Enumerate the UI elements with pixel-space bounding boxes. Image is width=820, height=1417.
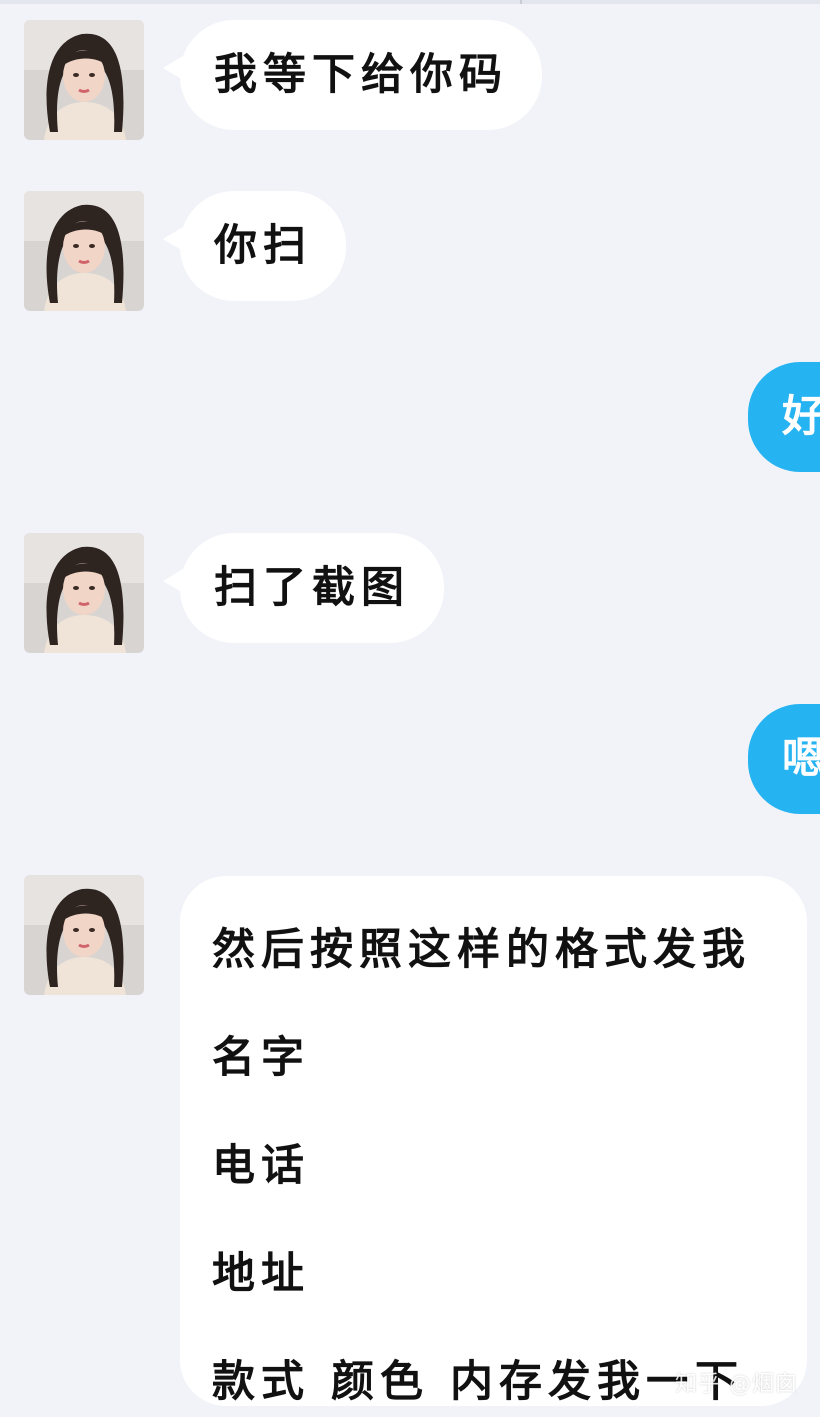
woman-portrait-avatar-icon — [24, 191, 144, 311]
incoming-message-bubble[interactable]: 你扫 — [163, 191, 346, 301]
woman-portrait-avatar-icon — [24, 20, 144, 140]
message-text: 嗯 — [782, 734, 820, 784]
message-text: 好 — [782, 392, 820, 442]
incoming-message-bubble[interactable]: 我等下给你码 — [163, 20, 542, 130]
woman-portrait-avatar-icon — [24, 533, 144, 653]
message-text: 扫了截图 — [214, 563, 410, 613]
message-line: 然后按照这样的格式发我 — [212, 925, 751, 975]
message-text: 你扫 — [214, 221, 312, 271]
message-line: 地址 — [212, 1249, 310, 1299]
contact-avatar[interactable] — [24, 533, 144, 653]
incoming-message-bubble[interactable]: 然后按照这样的格式发我 名字 电话 地址 款式 颜色 内存发我一下 — [180, 876, 807, 1406]
outgoing-message-bubble[interactable]: 嗯 — [748, 704, 820, 814]
top-divider — [0, 0, 820, 4]
watermark: 知乎 @烟囱 — [675, 1372, 798, 1397]
woman-portrait-avatar-icon — [24, 875, 144, 995]
outgoing-message-bubble[interactable]: 好 — [748, 362, 820, 472]
incoming-message-bubble[interactable]: 扫了截图 — [163, 533, 444, 643]
message-text: 我等下给你码 — [214, 50, 508, 100]
message-line: 名字 — [212, 1033, 310, 1083]
top-split-line — [520, 0, 522, 4]
contact-avatar[interactable] — [24, 20, 144, 140]
message-line: 电话 — [212, 1141, 310, 1191]
contact-avatar[interactable] — [24, 191, 144, 311]
contact-avatar[interactable] — [24, 875, 144, 995]
